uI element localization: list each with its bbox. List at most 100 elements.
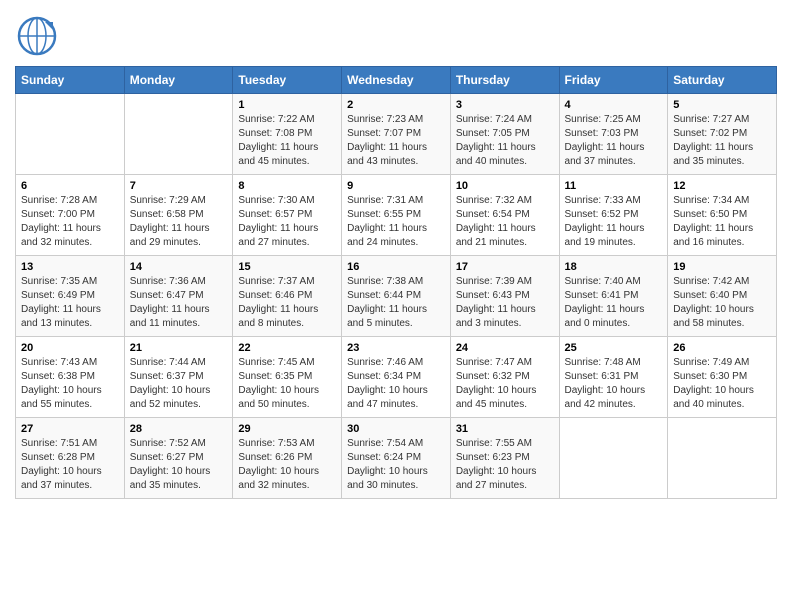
day-info: Sunrise: 7:29 AM Sunset: 6:58 PM Dayligh…: [130, 194, 228, 250]
day-info: Sunrise: 7:30 AM Sunset: 6:57 PM Dayligh…: [238, 194, 336, 250]
daylight: Daylight: 11 hours and 45 minutes.: [238, 142, 318, 167]
day-info: Sunrise: 7:37 AM Sunset: 6:46 PM Dayligh…: [238, 275, 336, 331]
sunset: Sunset: 7:03 PM: [565, 128, 639, 139]
day-number: 30: [347, 423, 445, 435]
day-info: Sunrise: 7:46 AM Sunset: 6:34 PM Dayligh…: [347, 356, 445, 412]
header-saturday: Saturday: [668, 67, 777, 94]
day-number: 24: [456, 342, 554, 354]
sunrise: Sunrise: 7:23 AM: [347, 114, 423, 125]
calendar-cell: [16, 94, 125, 175]
daylight: Daylight: 11 hours and 11 minutes.: [130, 304, 210, 329]
sunset: Sunset: 6:43 PM: [456, 290, 530, 301]
day-info: Sunrise: 7:31 AM Sunset: 6:55 PM Dayligh…: [347, 194, 445, 250]
day-number: 1: [238, 99, 336, 111]
day-number: 18: [565, 261, 663, 273]
sunrise: Sunrise: 7:38 AM: [347, 276, 423, 287]
daylight: Daylight: 11 hours and 13 minutes.: [21, 304, 101, 329]
day-number: 9: [347, 180, 445, 192]
day-info: Sunrise: 7:22 AM Sunset: 7:08 PM Dayligh…: [238, 113, 336, 169]
day-number: 28: [130, 423, 228, 435]
calendar-week-2: 6 Sunrise: 7:28 AM Sunset: 7:00 PM Dayli…: [16, 175, 777, 256]
calendar-cell: [124, 94, 233, 175]
day-number: 5: [673, 99, 771, 111]
calendar-cell: 5 Sunrise: 7:27 AM Sunset: 7:02 PM Dayli…: [668, 94, 777, 175]
day-number: 29: [238, 423, 336, 435]
sunrise: Sunrise: 7:24 AM: [456, 114, 532, 125]
daylight: Daylight: 11 hours and 24 minutes.: [347, 223, 427, 248]
day-number: 10: [456, 180, 554, 192]
day-info: Sunrise: 7:38 AM Sunset: 6:44 PM Dayligh…: [347, 275, 445, 331]
sunset: Sunset: 6:34 PM: [347, 371, 421, 382]
sunset: Sunset: 6:46 PM: [238, 290, 312, 301]
calendar-cell: 17 Sunrise: 7:39 AM Sunset: 6:43 PM Dayl…: [450, 256, 559, 337]
sunrise: Sunrise: 7:48 AM: [565, 357, 641, 368]
day-number: 6: [21, 180, 119, 192]
day-number: 3: [456, 99, 554, 111]
sunset: Sunset: 6:49 PM: [21, 290, 95, 301]
calendar-cell: 19 Sunrise: 7:42 AM Sunset: 6:40 PM Dayl…: [668, 256, 777, 337]
calendar-week-1: 1 Sunrise: 7:22 AM Sunset: 7:08 PM Dayli…: [16, 94, 777, 175]
sunset: Sunset: 7:05 PM: [456, 128, 530, 139]
day-number: 15: [238, 261, 336, 273]
header-wednesday: Wednesday: [342, 67, 451, 94]
calendar-cell: 13 Sunrise: 7:35 AM Sunset: 6:49 PM Dayl…: [16, 256, 125, 337]
globe-icon: [15, 14, 59, 58]
sunrise: Sunrise: 7:32 AM: [456, 195, 532, 206]
calendar-cell: 8 Sunrise: 7:30 AM Sunset: 6:57 PM Dayli…: [233, 175, 342, 256]
daylight: Daylight: 10 hours and 58 minutes.: [673, 304, 754, 329]
daylight: Daylight: 11 hours and 19 minutes.: [565, 223, 645, 248]
calendar-cell: 18 Sunrise: 7:40 AM Sunset: 6:41 PM Dayl…: [559, 256, 668, 337]
sunrise: Sunrise: 7:55 AM: [456, 438, 532, 449]
calendar-cell: 26 Sunrise: 7:49 AM Sunset: 6:30 PM Dayl…: [668, 337, 777, 418]
day-info: Sunrise: 7:43 AM Sunset: 6:38 PM Dayligh…: [21, 356, 119, 412]
sunrise: Sunrise: 7:27 AM: [673, 114, 749, 125]
sunset: Sunset: 6:55 PM: [347, 209, 421, 220]
header-monday: Monday: [124, 67, 233, 94]
sunset: Sunset: 7:02 PM: [673, 128, 747, 139]
calendar-cell: 25 Sunrise: 7:48 AM Sunset: 6:31 PM Dayl…: [559, 337, 668, 418]
calendar-cell: 20 Sunrise: 7:43 AM Sunset: 6:38 PM Dayl…: [16, 337, 125, 418]
sunset: Sunset: 6:50 PM: [673, 209, 747, 220]
calendar-cell: 12 Sunrise: 7:34 AM Sunset: 6:50 PM Dayl…: [668, 175, 777, 256]
sunrise: Sunrise: 7:52 AM: [130, 438, 206, 449]
page-header: [15, 10, 777, 58]
header-tuesday: Tuesday: [233, 67, 342, 94]
calendar-header-row: SundayMondayTuesdayWednesdayThursdayFrid…: [16, 67, 777, 94]
day-info: Sunrise: 7:49 AM Sunset: 6:30 PM Dayligh…: [673, 356, 771, 412]
sunrise: Sunrise: 7:45 AM: [238, 357, 314, 368]
calendar-cell: 16 Sunrise: 7:38 AM Sunset: 6:44 PM Dayl…: [342, 256, 451, 337]
sunset: Sunset: 6:27 PM: [130, 452, 204, 463]
daylight: Daylight: 11 hours and 40 minutes.: [456, 142, 536, 167]
day-number: 12: [673, 180, 771, 192]
day-number: 21: [130, 342, 228, 354]
day-number: 4: [565, 99, 663, 111]
calendar-cell: 24 Sunrise: 7:47 AM Sunset: 6:32 PM Dayl…: [450, 337, 559, 418]
sunset: Sunset: 6:52 PM: [565, 209, 639, 220]
sunset: Sunset: 6:57 PM: [238, 209, 312, 220]
day-info: Sunrise: 7:42 AM Sunset: 6:40 PM Dayligh…: [673, 275, 771, 331]
sunset: Sunset: 7:08 PM: [238, 128, 312, 139]
calendar-week-4: 20 Sunrise: 7:43 AM Sunset: 6:38 PM Dayl…: [16, 337, 777, 418]
sunrise: Sunrise: 7:51 AM: [21, 438, 97, 449]
calendar-cell: 15 Sunrise: 7:37 AM Sunset: 6:46 PM Dayl…: [233, 256, 342, 337]
daylight: Daylight: 10 hours and 45 minutes.: [456, 385, 537, 410]
daylight: Daylight: 10 hours and 55 minutes.: [21, 385, 102, 410]
day-info: Sunrise: 7:44 AM Sunset: 6:37 PM Dayligh…: [130, 356, 228, 412]
day-number: 31: [456, 423, 554, 435]
daylight: Daylight: 11 hours and 8 minutes.: [238, 304, 318, 329]
daylight: Daylight: 11 hours and 21 minutes.: [456, 223, 536, 248]
sunrise: Sunrise: 7:44 AM: [130, 357, 206, 368]
calendar-cell: 14 Sunrise: 7:36 AM Sunset: 6:47 PM Dayl…: [124, 256, 233, 337]
sunset: Sunset: 6:24 PM: [347, 452, 421, 463]
sunset: Sunset: 6:31 PM: [565, 371, 639, 382]
day-number: 2: [347, 99, 445, 111]
day-info: Sunrise: 7:33 AM Sunset: 6:52 PM Dayligh…: [565, 194, 663, 250]
calendar-cell: [668, 418, 777, 499]
day-info: Sunrise: 7:32 AM Sunset: 6:54 PM Dayligh…: [456, 194, 554, 250]
day-number: 14: [130, 261, 228, 273]
sunrise: Sunrise: 7:53 AM: [238, 438, 314, 449]
day-number: 7: [130, 180, 228, 192]
day-info: Sunrise: 7:40 AM Sunset: 6:41 PM Dayligh…: [565, 275, 663, 331]
day-info: Sunrise: 7:36 AM Sunset: 6:47 PM Dayligh…: [130, 275, 228, 331]
day-info: Sunrise: 7:45 AM Sunset: 6:35 PM Dayligh…: [238, 356, 336, 412]
